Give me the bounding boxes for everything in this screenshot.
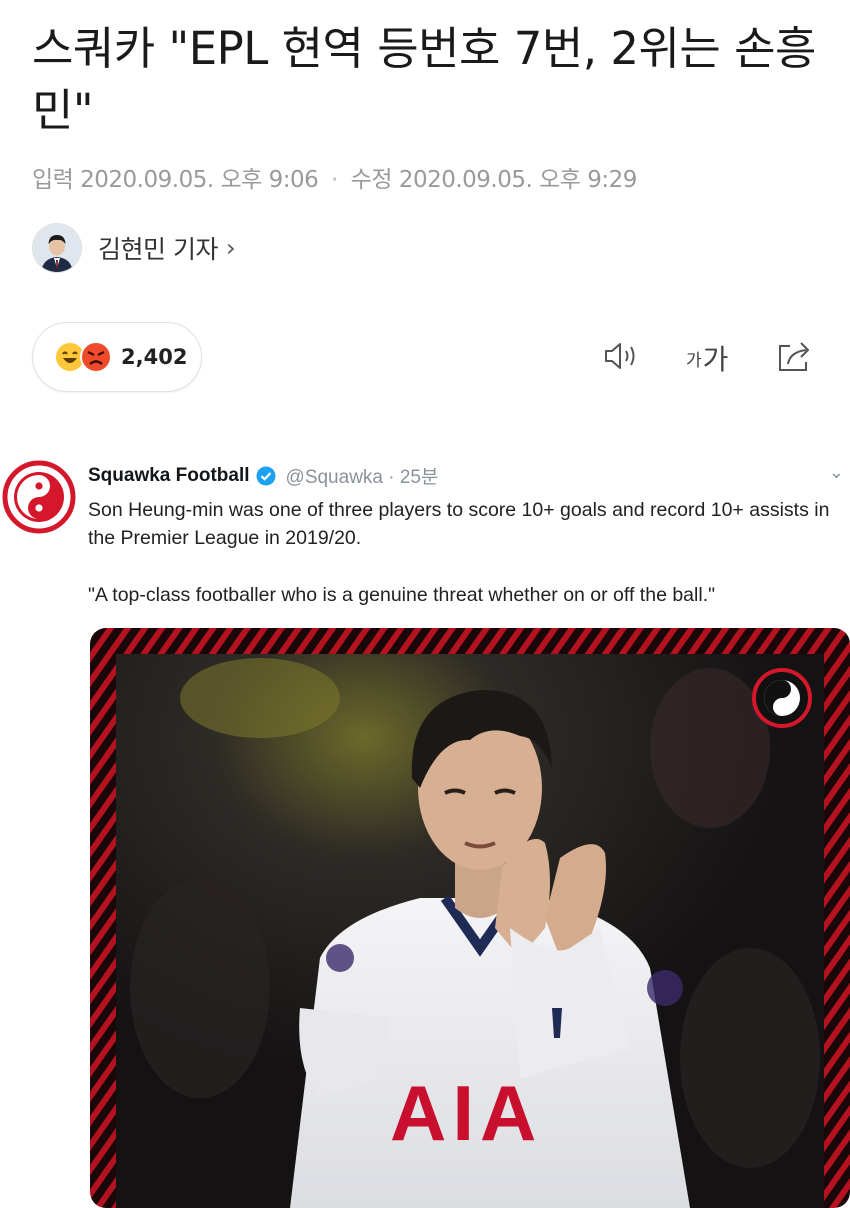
verified-badge-icon (256, 466, 276, 486)
share-icon (774, 338, 816, 378)
share-button[interactable] (774, 336, 816, 380)
tweet-quote: "A top-class footballer who is a genuine… (88, 584, 716, 606)
chevron-right-icon: › (225, 234, 236, 262)
author-avatar (32, 223, 82, 273)
embedded-tweet-image: Squawka Football @Squawka · 25분 ⌄ Son He… (0, 450, 850, 1208)
font-size-small-glyph: 가 (686, 350, 702, 371)
squawka-logo-icon (2, 460, 76, 534)
edit-label: 수정 (350, 167, 393, 193)
shirt-sponsor-text: AIA (390, 1069, 543, 1157)
tweet-text: Son Heung-min was one of three players t… (88, 499, 830, 549)
tweet-author-name: Squawka Football (88, 464, 250, 486)
tweet-header: Squawka Football @Squawka · 25분 (88, 462, 438, 489)
reaction-button[interactable]: 2,402 (32, 322, 202, 392)
input-label: 입력 (32, 167, 74, 193)
author-link[interactable]: 김현민 기자 › (32, 222, 236, 274)
tweet-photo: AIA (90, 628, 850, 1208)
font-size-big-glyph: 가 (702, 343, 729, 376)
text-to-speech-button[interactable] (602, 336, 642, 380)
meta-separator: · (331, 167, 338, 193)
font-size-button[interactable]: 가 가 (686, 336, 728, 380)
author-name: 김현민 기자 (98, 235, 218, 264)
reaction-count: 2,402 (121, 345, 188, 369)
input-time: 2020.09.05. 오후 9:06 (80, 167, 319, 193)
speaker-icon (602, 339, 642, 377)
article-headline: 스쿼카 "EPL 현역 등번호 7번, 2위는 손흥민" (32, 22, 816, 137)
chevron-down-icon: ⌄ (828, 462, 844, 483)
angry-face-icon (79, 340, 113, 374)
edit-time: 2020.09.05. 오후 9:29 (398, 167, 638, 193)
tweet-handle-time: @Squawka · 25분 (285, 467, 439, 488)
article-meta: 입력 2020.09.05. 오후 9:06 · 수정 2020.09.05. … (32, 160, 637, 194)
